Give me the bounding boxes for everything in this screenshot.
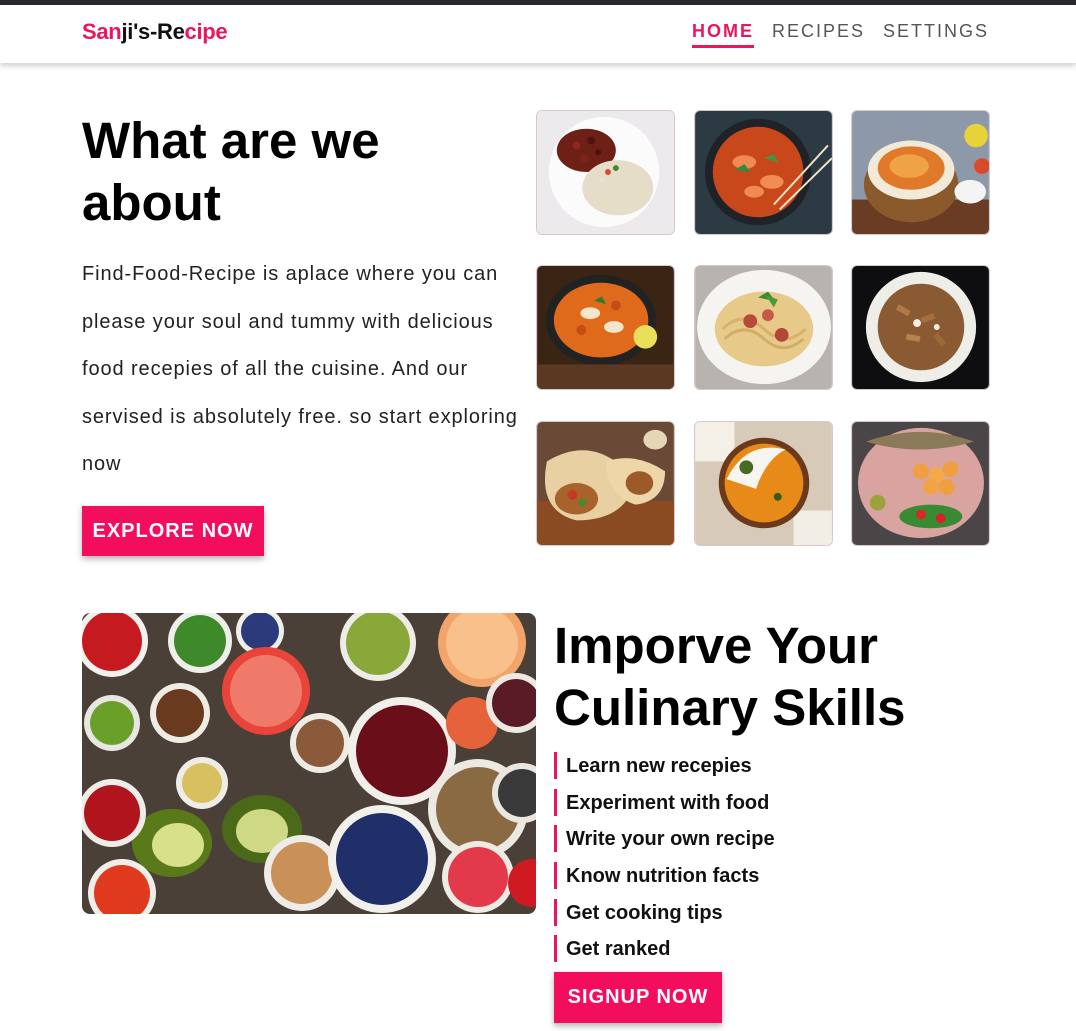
accent-bar [554, 935, 557, 963]
list-item: Experiment with food [554, 787, 775, 824]
spaghetti-image[interactable] [694, 265, 833, 390]
nav-home[interactable]: HOME [691, 21, 754, 48]
skills-title: Imporve Your Culinary Skills [554, 617, 906, 736]
list-item-label: Get cooking tips [566, 901, 723, 924]
main-nav: HOME RECIPES SETTINGS [691, 21, 989, 48]
logo-part: Re [156, 19, 185, 44]
list-item-label: Learn new recepies [566, 754, 752, 777]
list-item: Know nutrition facts [554, 860, 775, 897]
butter-chicken-image[interactable] [536, 265, 675, 390]
food-gallery [536, 110, 990, 546]
list-item: Get cooking tips [554, 897, 775, 934]
list-item-label: Get ranked [566, 938, 671, 961]
list-item-label: Know nutrition facts [566, 864, 760, 887]
list-item: Get ranked [554, 933, 775, 970]
penne-pasta-image[interactable] [851, 265, 990, 390]
list-item: Learn new recepies [554, 750, 775, 787]
accent-bar [554, 788, 557, 816]
shrimp-curry-image[interactable] [694, 110, 833, 235]
rice-and-beans-dish-image[interactable] [536, 110, 675, 235]
navbar: Sanji's-Recipe HOME RECIPES SETTINGS [0, 5, 1076, 63]
site-logo[interactable]: Sanji's-Recipe [82, 19, 228, 45]
logo-part: San [82, 19, 122, 44]
curry-rice-bowl-image[interactable] [694, 421, 833, 546]
accent-bar [554, 825, 557, 853]
burrito-wrap-image[interactable] [536, 421, 675, 546]
skills-list: Learn new recepies Experiment with food … [554, 750, 775, 970]
logo-part: cipe [184, 19, 228, 44]
explore-now-button[interactable]: EXPLORE NOW [82, 506, 264, 556]
fruits-vegetables-banner-image [82, 613, 536, 914]
nav-recipes[interactable]: RECIPES [772, 21, 865, 48]
accent-bar [554, 752, 557, 779]
biryani-image[interactable] [851, 110, 990, 235]
signup-now-button[interactable]: SIGNUP NOW [554, 972, 722, 1023]
grilled-fish-platter-image[interactable] [851, 421, 990, 546]
list-item-label: Write your own recipe [566, 828, 775, 851]
logo-part: ji's- [121, 19, 157, 44]
about-title: What are we about [82, 112, 380, 231]
list-item: Write your own recipe [554, 823, 775, 860]
list-item-label: Experiment with food [566, 791, 770, 814]
nav-settings[interactable]: SETTINGS [883, 21, 989, 48]
accent-bar [554, 898, 557, 926]
accent-bar [554, 862, 557, 890]
about-description: Find-Food-Recipe is aplace where you can… [82, 263, 518, 476]
